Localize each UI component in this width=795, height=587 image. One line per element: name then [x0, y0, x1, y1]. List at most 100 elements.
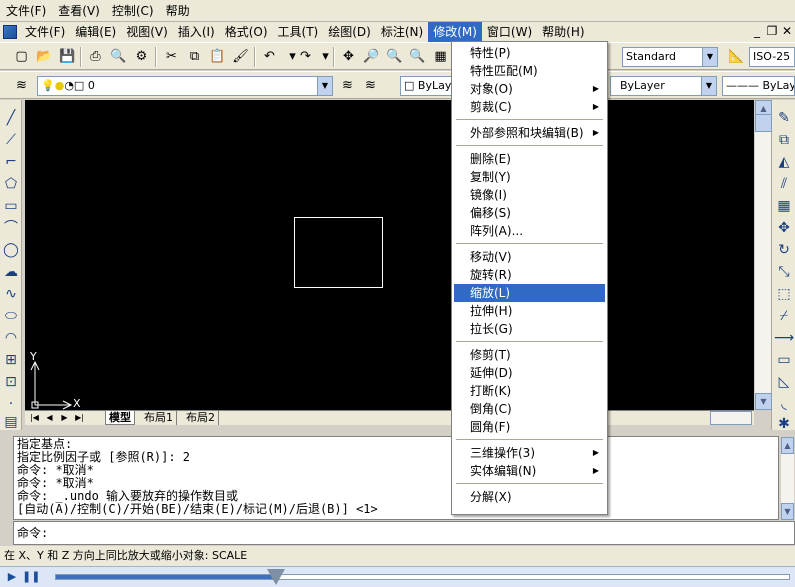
chamfer-icon[interactable]: ◺: [774, 372, 794, 392]
color-select[interactable]: □ ByLay: [400, 76, 455, 96]
undo-icon[interactable]: ↶: [260, 47, 279, 66]
text-style-select[interactable]: Standard ▼: [622, 47, 718, 67]
zoom-previous-icon[interactable]: 🔍: [408, 47, 427, 66]
tab-layout2[interactable]: 布局2: [183, 411, 219, 425]
arc-icon[interactable]: ⌒: [1, 218, 21, 238]
fillet-icon[interactable]: ◟: [774, 394, 794, 414]
insert-block-icon[interactable]: ⊞: [1, 350, 21, 370]
scroll-down-icon[interactable]: ▼: [755, 393, 772, 410]
print-preview-icon[interactable]: 🔍: [109, 47, 128, 66]
modify-menu-item[interactable]: 复制(Y): [454, 168, 605, 186]
publish-icon[interactable]: ⚙: [132, 47, 151, 66]
menu-edit[interactable]: 编辑(E): [70, 22, 121, 42]
layer-manager-icon[interactable]: ≋: [12, 76, 31, 95]
drawn-rectangle[interactable]: [294, 217, 383, 288]
make-layer-current-icon[interactable]: ≋: [338, 76, 357, 95]
modify-menu-item[interactable]: 剪裁(C) ▶: [454, 98, 605, 116]
first-tab-icon[interactable]: |◀: [28, 412, 41, 424]
modify-menu-item[interactable]: 删除(E): [454, 150, 605, 168]
move-icon[interactable]: ✥: [774, 218, 794, 238]
modify-menu-item[interactable]: 镜像(I): [454, 186, 605, 204]
polygon-icon[interactable]: ⬠: [1, 174, 21, 194]
stretch-icon[interactable]: ⬚: [774, 284, 794, 304]
modify-menu-item[interactable]: 外部参照和块编辑(B) ▶: [454, 124, 605, 142]
pan-icon[interactable]: ✥: [339, 47, 358, 66]
modify-menu-item[interactable]: 圆角(F): [454, 418, 605, 436]
copy-icon[interactable]: ⧉: [185, 47, 204, 66]
line-icon[interactable]: ╱: [1, 108, 21, 128]
prev-tab-icon[interactable]: ◀: [43, 412, 56, 424]
ellipse-arc-icon[interactable]: ◠: [1, 328, 21, 348]
menu-format[interactable]: 格式(O): [220, 22, 273, 42]
point-icon[interactable]: ·: [1, 394, 21, 414]
next-tab-icon[interactable]: ▶: [58, 412, 71, 424]
modify-menu-item[interactable]: 阵列(A)...: [454, 222, 605, 240]
scale-icon[interactable]: ⤡: [774, 262, 794, 282]
extend-icon[interactable]: ⟶: [774, 328, 794, 348]
spline-icon[interactable]: ∿: [1, 284, 21, 304]
autocad-app-icon[interactable]: [3, 25, 17, 39]
trim-icon[interactable]: ⌿: [774, 306, 794, 326]
zoom-window-icon[interactable]: 🔍: [385, 47, 404, 66]
modify-menu-item[interactable]: 修剪(T): [454, 346, 605, 364]
pause-icon[interactable]: ❚❚: [22, 569, 40, 585]
open-file-icon[interactable]: 📂: [35, 47, 54, 66]
tab-model[interactable]: 模型: [105, 411, 135, 425]
break-icon[interactable]: ▭: [774, 350, 794, 370]
dim-style-select[interactable]: ISO-25: [749, 47, 795, 67]
modify-menu-item[interactable]: 旋转(R): [454, 266, 605, 284]
modify-menu-item[interactable]: 对象(O) ▶: [454, 80, 605, 98]
modify-menu-item[interactable]: 拉伸(H): [454, 302, 605, 320]
modify-menu-item[interactable]: 倒角(C): [454, 400, 605, 418]
playback-progress-track[interactable]: [55, 569, 790, 585]
copy-object-icon[interactable]: ⧉: [774, 130, 794, 150]
scroll-down-icon[interactable]: ▼: [781, 503, 794, 520]
menu-help[interactable]: 帮助(H): [537, 22, 589, 42]
drawing-canvas[interactable]: Y X: [25, 100, 754, 410]
mirror-icon[interactable]: ◭: [774, 152, 794, 172]
menu-view[interactable]: 视图(V): [121, 22, 173, 42]
menu-file[interactable]: 文件(F): [20, 22, 70, 42]
vertical-scrollbar[interactable]: ▲ ▼: [754, 100, 772, 410]
playback-progress-thumb[interactable]: [266, 569, 285, 585]
player-menu-view[interactable]: 查看(V): [52, 0, 106, 22]
lineweight-select[interactable]: ——— ByLayer: [722, 76, 795, 96]
scroll-thumb[interactable]: [755, 114, 772, 132]
layer-previous-icon[interactable]: ≋: [361, 76, 380, 95]
tab-layout1[interactable]: 布局1: [141, 411, 177, 425]
modify-menu-item[interactable]: 缩放(L): [454, 284, 605, 302]
hatch-icon[interactable]: ▤: [1, 412, 21, 432]
modify-menu-item[interactable]: 特性匹配(M): [454, 62, 605, 80]
rectangle-icon[interactable]: ▭: [1, 196, 21, 216]
cut-icon[interactable]: ✂: [162, 47, 181, 66]
last-tab-icon[interactable]: ▶|: [73, 412, 86, 424]
player-menu-control[interactable]: 控制(C): [106, 0, 160, 22]
horizontal-scrollbar[interactable]: [710, 411, 752, 425]
properties-icon[interactable]: ▦: [431, 47, 450, 66]
menu-window[interactable]: 窗口(W): [482, 22, 537, 42]
offset-icon[interactable]: ⫽: [774, 174, 794, 194]
construction-line-icon[interactable]: ⟋: [1, 130, 21, 150]
polyline-icon[interactable]: ⌐: [1, 152, 21, 172]
make-block-icon[interactable]: ⊡: [1, 372, 21, 392]
linetype-select[interactable]: ByLayer ▼: [610, 76, 717, 96]
redo-icon[interactable]: ↷: [296, 47, 315, 66]
minimize-icon[interactable]: _: [750, 24, 764, 38]
modify-menu-item[interactable]: 分解(X): [454, 488, 605, 506]
ellipse-icon[interactable]: ⬭: [1, 306, 21, 326]
menu-draw[interactable]: 绘图(D): [323, 22, 376, 42]
modify-menu-item[interactable]: 三维操作(3) ▶: [454, 444, 605, 462]
revision-cloud-icon[interactable]: ☁: [1, 262, 21, 282]
command-scrollbar[interactable]: ▲ ▼: [780, 436, 795, 520]
array-icon[interactable]: ▦: [774, 196, 794, 216]
paste-icon[interactable]: 📋: [208, 47, 227, 66]
player-menu-file[interactable]: 文件(F): [0, 0, 52, 22]
player-menu-help[interactable]: 帮助: [160, 0, 196, 22]
menu-tools[interactable]: 工具(T): [273, 22, 324, 42]
new-file-icon[interactable]: ▢: [12, 47, 31, 66]
layer-select[interactable]: 💡●◔□ 0 ▼: [37, 76, 333, 96]
modify-menu-item[interactable]: 延伸(D): [454, 364, 605, 382]
modify-menu-item[interactable]: 实体编辑(N) ▶: [454, 462, 605, 480]
scroll-up-icon[interactable]: ▲: [781, 437, 794, 454]
modify-menu-item[interactable]: 打断(K): [454, 382, 605, 400]
